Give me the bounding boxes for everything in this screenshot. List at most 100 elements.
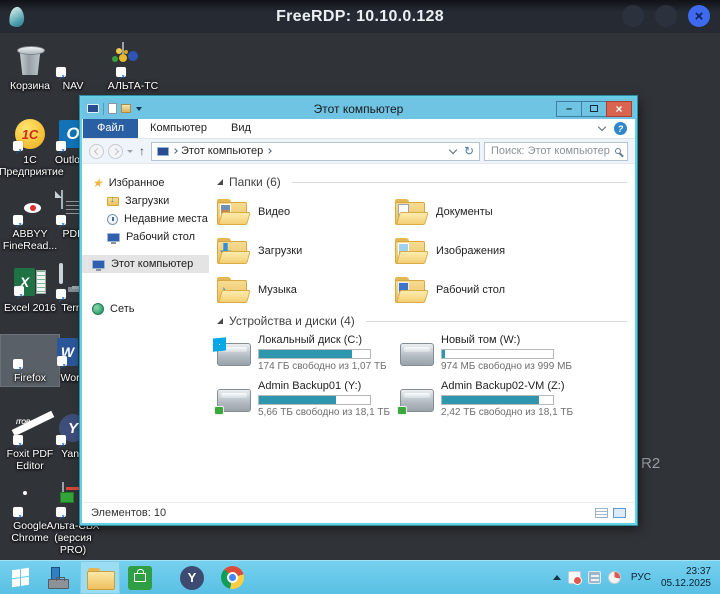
folder-item-desktop[interactable]: Рабочий стол — [395, 273, 573, 306]
history-dropdown-icon[interactable] — [127, 150, 133, 153]
breadcrumb-arrow-icon[interactable] — [172, 148, 178, 154]
drive-usage-bar — [258, 395, 371, 405]
breadcrumb[interactable]: Этот компьютер — [181, 145, 263, 157]
taskbar-yandex-browser[interactable] — [172, 561, 212, 594]
minimize-button[interactable] — [556, 101, 582, 117]
tray-input-icon[interactable] — [588, 571, 601, 584]
star-icon: ★ — [92, 177, 103, 189]
refresh-icon[interactable]: ↻ — [464, 145, 474, 157]
tray-notification-icon[interactable] — [568, 571, 581, 584]
address-dropdown-icon[interactable] — [449, 145, 457, 153]
chrome-icon — [13, 483, 47, 517]
tab-file[interactable]: Файл — [83, 119, 138, 138]
ribbon-collapse-icon[interactable] — [598, 123, 606, 131]
file-explorer-icon — [87, 568, 113, 588]
help-icon[interactable]: ? — [614, 122, 627, 135]
freerdp-session: FreeRDP: 10.10.0.128 Корзина NAV АЛЬТА-Т… — [0, 0, 720, 594]
sidebar-item-network[interactable]: Сеть — [82, 300, 209, 318]
search-icon[interactable] — [615, 148, 621, 154]
sidebar-item-recent-places[interactable]: Недавние места — [82, 210, 209, 228]
store-icon — [128, 566, 152, 590]
details-view-icon[interactable] — [595, 508, 608, 518]
taskbar-chrome[interactable] — [212, 561, 252, 594]
close-button[interactable] — [606, 101, 632, 117]
video-folder-icon — [217, 199, 247, 225]
network-icon — [92, 303, 104, 315]
folder-item-documents[interactable]: Документы — [395, 195, 573, 228]
sidebar-item-this-pc[interactable]: Этот компьютер — [82, 255, 209, 273]
status-bar: Элементов: 10 — [82, 502, 635, 523]
network-badge-icon — [214, 406, 224, 415]
drive-item-z[interactable]: Admin Backup02-VM (Z:) 2,42 ТБ свободно … — [400, 380, 583, 418]
divider — [292, 182, 627, 183]
folder-item-pictures[interactable]: Изображения — [395, 234, 573, 267]
folder-item-music[interactable]: Музыка — [217, 273, 395, 306]
yandex-browser-icon — [180, 566, 204, 590]
excel-icon: X — [14, 268, 46, 296]
network-drive-icon — [400, 389, 434, 412]
up-button[interactable]: ↑ — [139, 145, 145, 157]
rdp-maximize-button[interactable] — [655, 5, 677, 27]
folders-group-header[interactable]: Папки (6) — [217, 175, 627, 189]
shortcut-arrow-icon — [57, 356, 67, 366]
system-drive-icon — [217, 343, 251, 366]
qat-properties-icon[interactable] — [121, 104, 131, 113]
rdp-minimize-button[interactable] — [622, 5, 644, 27]
window-title: Этот компьютер — [82, 102, 635, 116]
search-input[interactable]: Поиск: Этот компьютер — [484, 142, 628, 161]
desktop-icon-alta-tc[interactable]: АЛЬТА-ТС — [104, 43, 162, 92]
tab-computer[interactable]: Компьютер — [138, 119, 219, 138]
window-titlebar[interactable]: Этот компьютер — [82, 98, 635, 119]
rdp-titlebar: FreeRDP: 10.10.0.128 — [0, 0, 720, 33]
maximize-button[interactable] — [581, 101, 607, 117]
downloads-folder-icon — [107, 197, 119, 206]
desktop-folder-icon — [395, 277, 425, 303]
folder-item-video[interactable]: Видео — [217, 195, 395, 228]
desktop-icon-nav[interactable]: NAV — [44, 43, 102, 92]
sidebar-item-favorites[interactable]: ★ Избранное — [82, 174, 209, 192]
sidebar-item-downloads[interactable]: Загрузки — [82, 192, 209, 210]
drives-grid: Локальный диск (C:) 174 ГБ свободно из 1… — [217, 334, 627, 418]
start-button[interactable] — [0, 561, 40, 594]
qat-dropdown-icon[interactable] — [136, 107, 142, 111]
system-tray: РУС 23:37 05.12.2025 — [553, 566, 720, 590]
rdp-window-controls — [622, 5, 710, 27]
taskbar-file-explorer[interactable] — [80, 561, 120, 594]
music-folder-icon — [217, 277, 247, 303]
drive-item-w[interactable]: Новый том (W:) 974 МБ свободно из 999 МБ — [400, 334, 583, 372]
file-list-area: Папки (6) Видео Документы Загрузки — [209, 164, 635, 502]
network-badge-icon — [397, 406, 407, 415]
tray-time: 23:37 — [661, 566, 711, 578]
drives-group-header[interactable]: Устройства и диски (4) — [217, 314, 627, 328]
tray-expand-icon[interactable] — [553, 575, 561, 580]
collapse-triangle-icon[interactable] — [217, 318, 223, 324]
breadcrumb-arrow-icon[interactable] — [266, 148, 272, 154]
address-bar[interactable]: Этот компьютер ↻ — [151, 142, 480, 161]
taskbar-server-manager[interactable] — [40, 561, 80, 594]
folder-item-downloads[interactable]: Загрузки — [217, 234, 395, 267]
computer-icon — [87, 104, 99, 113]
drive-item-c[interactable]: Локальный диск (C:) 174 ГБ свободно из 1… — [217, 334, 400, 372]
rdp-close-button[interactable] — [688, 5, 710, 27]
explorer-window: Этот компьютер Файл Компьютер Вид ? ↑ — [80, 96, 637, 525]
rdp-title: FreeRDP: 10.10.0.128 — [276, 8, 444, 26]
abbyy-icon — [13, 191, 47, 225]
collapse-triangle-icon[interactable] — [217, 179, 223, 185]
windows-watermark: R2 — [641, 455, 660, 472]
taskbar-store[interactable] — [120, 561, 160, 594]
forward-button[interactable] — [108, 144, 123, 159]
language-indicator[interactable]: РУС — [631, 572, 651, 583]
navigation-pane: ★ Избранное Загрузки Недавние места Рабо… — [82, 164, 209, 502]
tray-status-icon[interactable] — [608, 571, 621, 584]
qat-new-folder-icon[interactable] — [108, 103, 117, 114]
computer-icon — [157, 147, 169, 156]
search-placeholder: Поиск: Этот компьютер — [491, 145, 610, 157]
thumbnails-view-icon[interactable] — [613, 508, 626, 518]
drive-item-y[interactable]: Admin Backup01 (Y:) 5,66 ТБ свободно из … — [217, 380, 400, 418]
sidebar-item-desktop[interactable]: Рабочий стол — [82, 228, 209, 246]
back-button[interactable] — [89, 144, 104, 159]
taskbar: РУС 23:37 05.12.2025 — [0, 560, 720, 594]
tab-view[interactable]: Вид — [219, 119, 263, 138]
clock[interactable]: 23:37 05.12.2025 — [661, 566, 711, 590]
desktop-icon-label: Альта-СВХ (версия PRO) — [44, 520, 102, 556]
